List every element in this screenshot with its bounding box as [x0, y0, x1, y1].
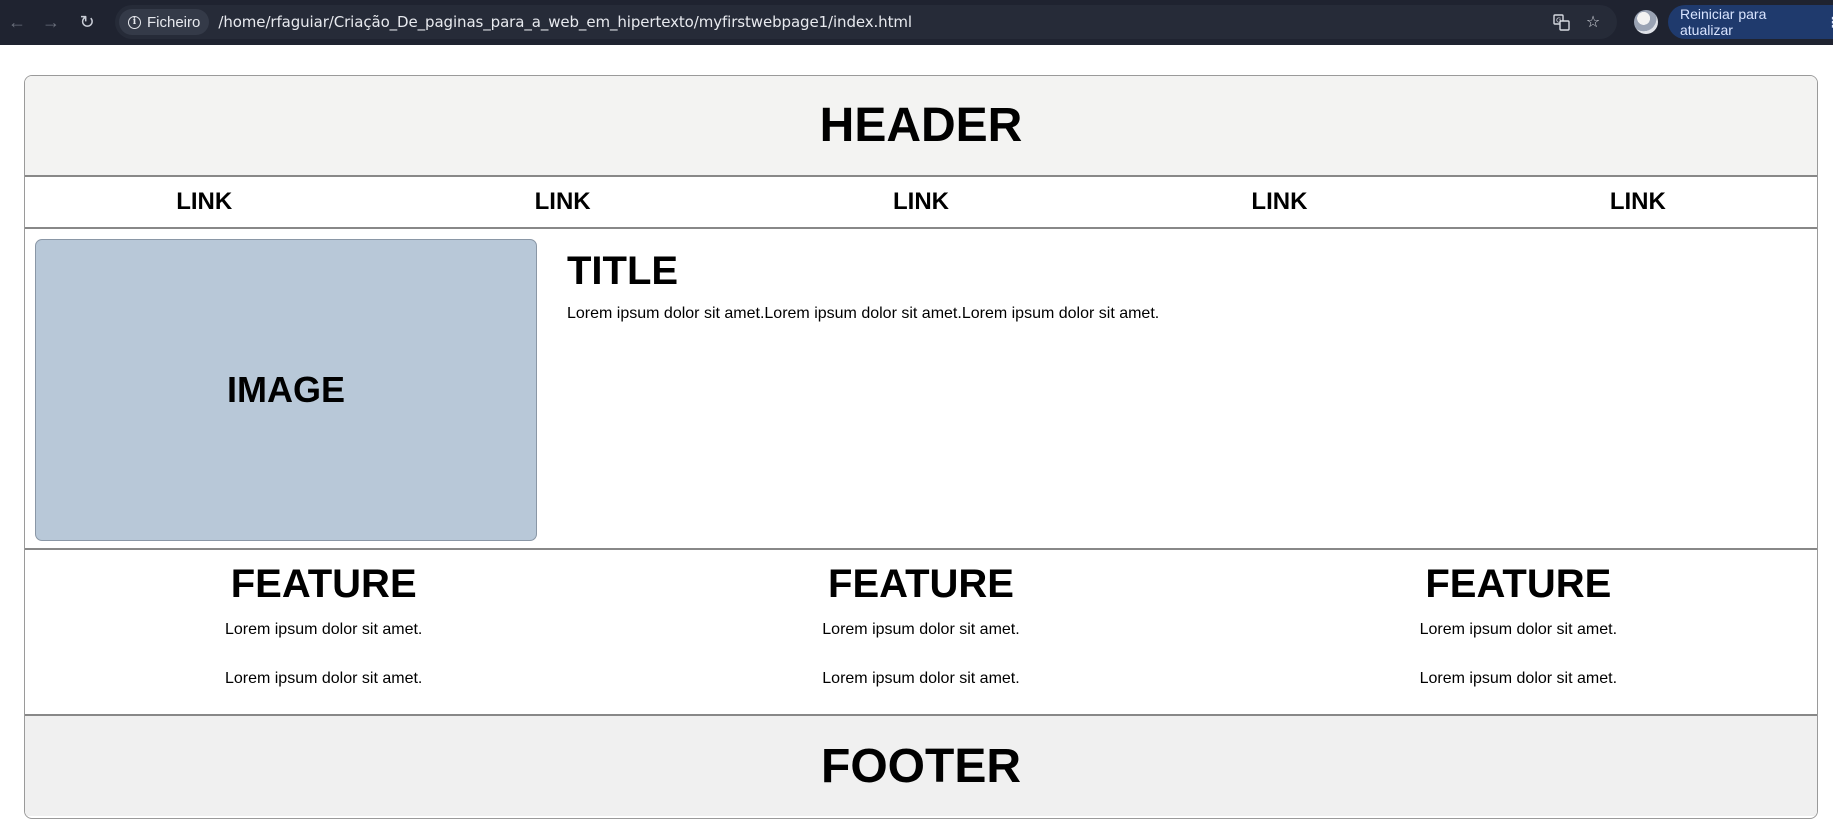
- site-info-label: Ficheiro: [147, 13, 201, 31]
- restart-to-update-button[interactable]: Reiniciar para atualizar ⋮: [1668, 5, 1833, 39]
- hero-section: IMAGE TITLE Lorem ipsum dolor sit amet.L…: [25, 229, 1817, 550]
- browser-toolbar: ← → ↻ i Ficheiro /home/rfaguiar/Criação_…: [0, 0, 1833, 45]
- forward-arrow-icon[interactable]: →: [38, 9, 64, 35]
- profile-avatar-icon[interactable]: [1634, 10, 1658, 34]
- image-placeholder-label: IMAGE: [226, 369, 345, 410]
- url-text[interactable]: /home/rfaguiar/Criação_De_paginas_para_a…: [218, 13, 912, 31]
- nav-link-3[interactable]: LINK: [742, 188, 1100, 216]
- feature-heading: FEATURE: [828, 562, 1014, 606]
- back-arrow-icon[interactable]: ←: [4, 9, 30, 35]
- nav-bar: LINK LINK LINK LINK LINK: [25, 177, 1817, 229]
- feature-2: FEATURE Lorem ipsum dolor sit amet. Lore…: [622, 550, 1219, 714]
- nav-link-4[interactable]: LINK: [1100, 188, 1458, 216]
- hero-paragraph: Lorem ipsum dolor sit amet.Lorem ipsum d…: [567, 305, 1160, 322]
- address-bar[interactable]: i Ficheiro /home/rfaguiar/Criação_De_pag…: [115, 5, 1617, 39]
- svg-text:G: G: [1556, 16, 1561, 24]
- nav-link-1[interactable]: LINK: [25, 188, 383, 216]
- feature-text: Lorem ipsum dolor sit amet.: [822, 670, 1020, 687]
- features-section: FEATURE Lorem ipsum dolor sit amet. Lore…: [25, 550, 1817, 716]
- nav-link-5[interactable]: LINK: [1459, 188, 1817, 216]
- page-container: HEADER LINK LINK LINK LINK LINK IMAGE TI…: [24, 75, 1818, 819]
- translate-icon[interactable]: G: [1551, 12, 1571, 32]
- page-header: HEADER: [25, 76, 1817, 177]
- feature-text: Lorem ipsum dolor sit amet.: [224, 670, 423, 687]
- nav-link-2[interactable]: LINK: [383, 188, 741, 216]
- footer-text: FOOTER: [821, 739, 1021, 793]
- feature-text: Lorem ipsum dolor sit amet.: [822, 621, 1020, 638]
- feature-1: FEATURE Lorem ipsum dolor sit amet. Lore…: [25, 550, 622, 714]
- site-info-chip[interactable]: i Ficheiro: [119, 9, 210, 35]
- header-text: HEADER: [819, 99, 1023, 152]
- feature-text: Lorem ipsum dolor sit amet.: [1419, 670, 1618, 687]
- page-footer: FOOTER: [25, 716, 1817, 816]
- page-title: TITLE: [567, 249, 679, 293]
- feature-3: FEATURE Lorem ipsum dolor sit amet. Lore…: [1220, 550, 1817, 714]
- hero-text: TITLE Lorem ipsum dolor sit amet.Lorem i…: [567, 229, 1159, 548]
- image-placeholder: IMAGE: [35, 239, 537, 541]
- menu-dots-icon[interactable]: ⋮: [1826, 14, 1833, 31]
- bookmark-star-icon[interactable]: ☆: [1583, 12, 1603, 32]
- feature-heading: FEATURE: [1425, 562, 1612, 606]
- restart-to-update-label: Reiniciar para atualizar: [1680, 6, 1767, 38]
- feature-text: Lorem ipsum dolor sit amet.: [224, 621, 423, 638]
- info-icon: i: [128, 15, 141, 29]
- feature-heading: FEATURE: [230, 562, 417, 606]
- reload-icon[interactable]: ↻: [74, 9, 100, 35]
- feature-text: Lorem ipsum dolor sit amet.: [1419, 621, 1618, 638]
